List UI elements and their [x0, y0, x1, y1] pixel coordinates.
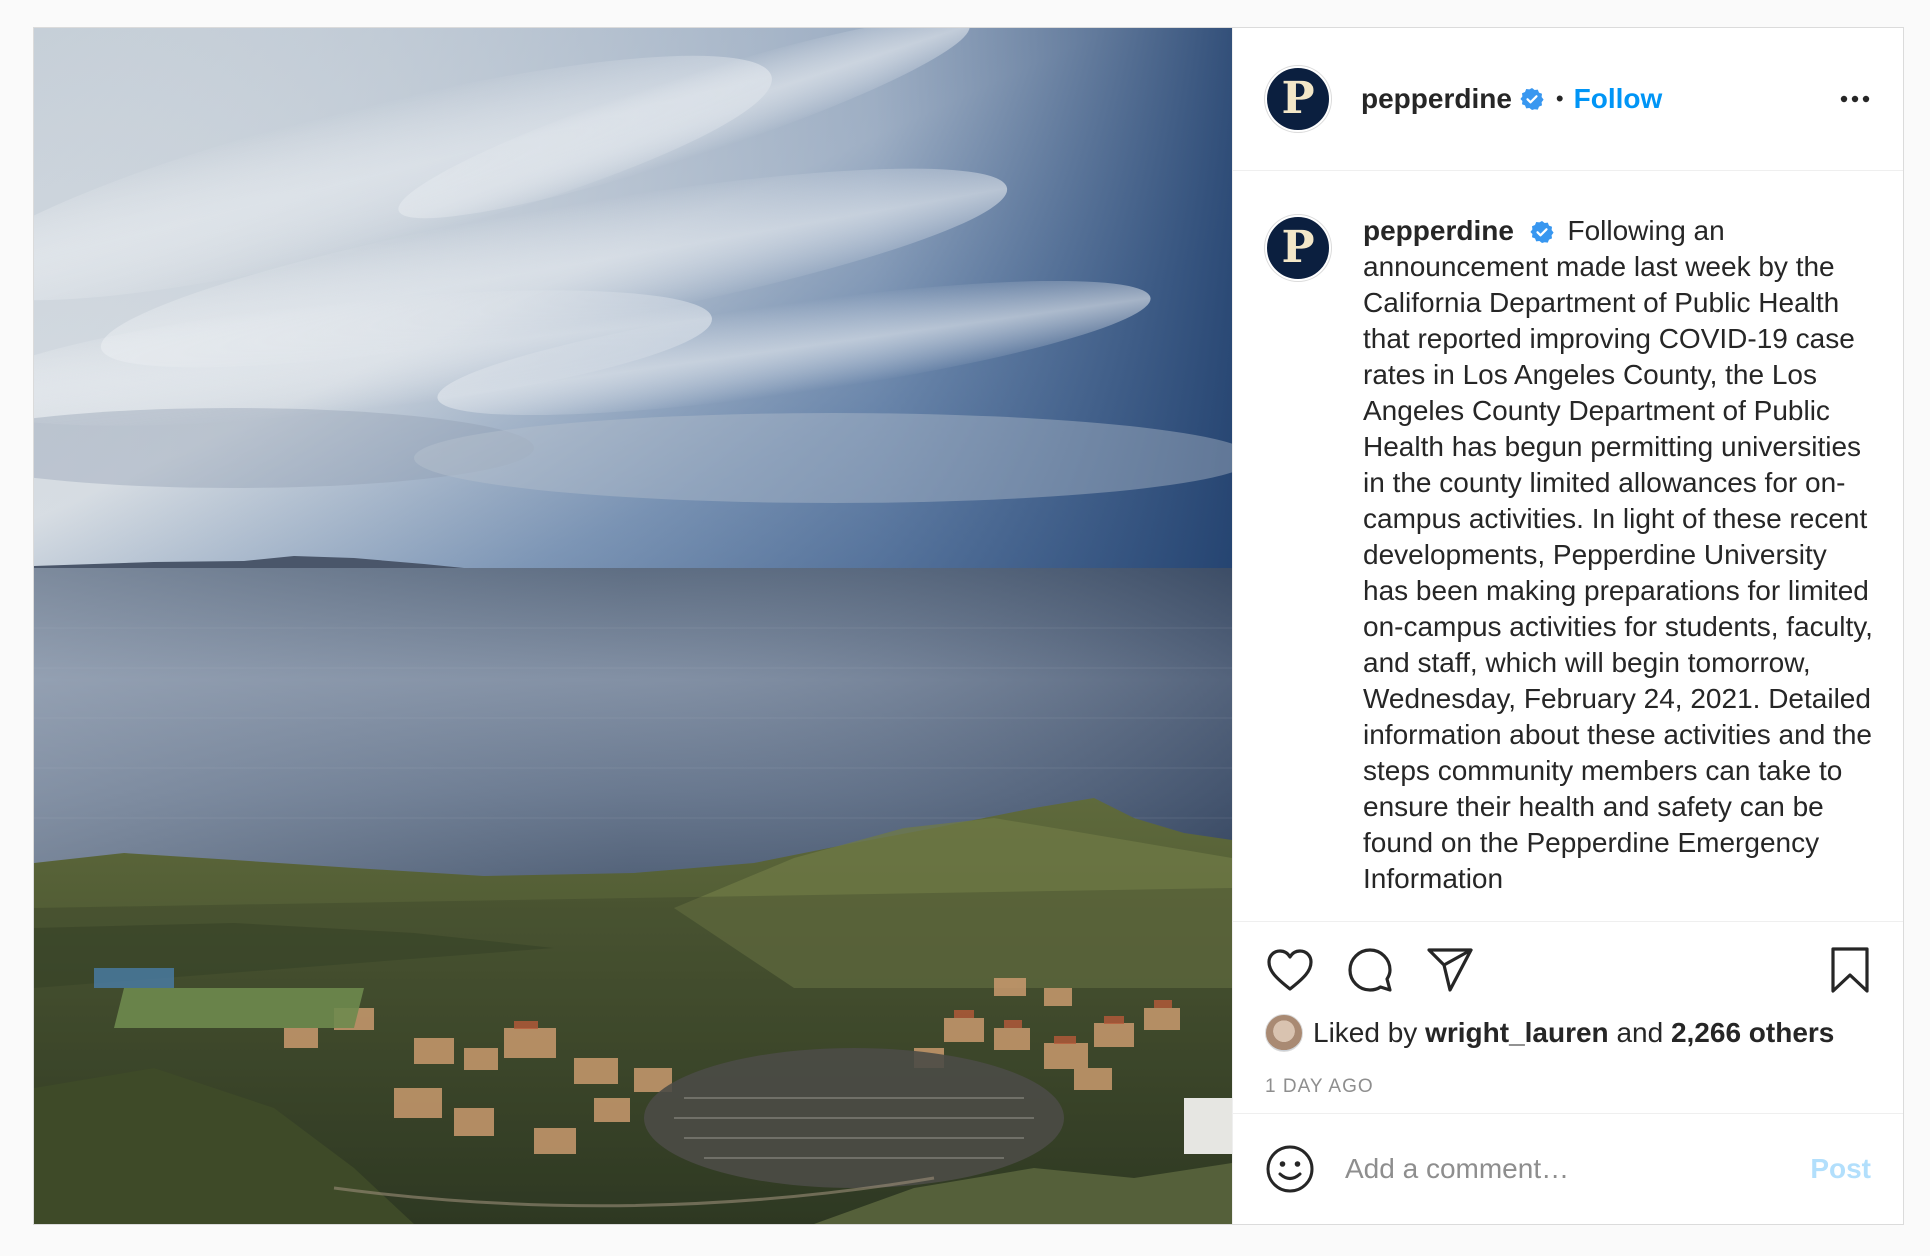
likes-prefix: Liked by [1313, 1017, 1418, 1048]
likes-others[interactable]: 2,266 others [1671, 1017, 1834, 1049]
post-sidebar: P pepperdine • Follow P pepperdine Follo… [1232, 28, 1903, 1224]
caption-username[interactable]: pepperdine [1363, 215, 1514, 246]
verified-badge-icon [1530, 221, 1554, 243]
header-separator: • [1555, 86, 1564, 111]
heart-icon[interactable] [1265, 945, 1315, 995]
post-comment-button[interactable]: Post [1810, 1153, 1871, 1185]
share-icon[interactable] [1425, 945, 1475, 995]
follow-button[interactable]: Follow [1574, 83, 1663, 115]
verified-badge-icon [1520, 88, 1544, 110]
action-bar [1265, 922, 1875, 1018]
caption-avatar[interactable]: P [1265, 215, 1331, 281]
post-header: P pepperdine • Follow [1233, 28, 1903, 171]
header-username[interactable]: pepperdine [1361, 83, 1512, 115]
caption-text-block: pepperdine Following an announcement mad… [1363, 213, 1873, 897]
emoji-icon[interactable] [1265, 1144, 1315, 1194]
caption-avatar-letter: P [1281, 222, 1315, 273]
profile-avatar[interactable]: P [1265, 66, 1331, 132]
avatar-letter: P [1281, 73, 1315, 124]
caption-text: Following an announcement made last week… [1363, 215, 1873, 894]
liker-avatar[interactable] [1265, 1014, 1303, 1052]
caption-row: P pepperdine Following an announcement m… [1265, 213, 1879, 897]
comments-section[interactable]: P pepperdine Following an announcement m… [1233, 171, 1903, 921]
instagram-post: P pepperdine • Follow P pepperdine Follo… [33, 27, 1904, 1225]
likes-and: and [1616, 1017, 1664, 1048]
more-options-icon[interactable] [1835, 84, 1875, 114]
liker-username[interactable]: wright_lauren [1425, 1017, 1609, 1049]
post-photo-image [34, 28, 1232, 1224]
post-timestamp[interactable]: 1 DAY AGO [1265, 1076, 1875, 1098]
post-photo[interactable] [34, 28, 1232, 1224]
likes-summary: Liked by wright_lauren and 2,266 others [1265, 1014, 1875, 1052]
bookmark-icon[interactable] [1825, 945, 1875, 995]
comment-form: Post [1233, 1113, 1903, 1224]
actions-area: Liked by wright_lauren and 2,266 others … [1233, 921, 1903, 1113]
comment-icon[interactable] [1345, 945, 1395, 995]
comment-input[interactable] [1345, 1153, 1811, 1185]
